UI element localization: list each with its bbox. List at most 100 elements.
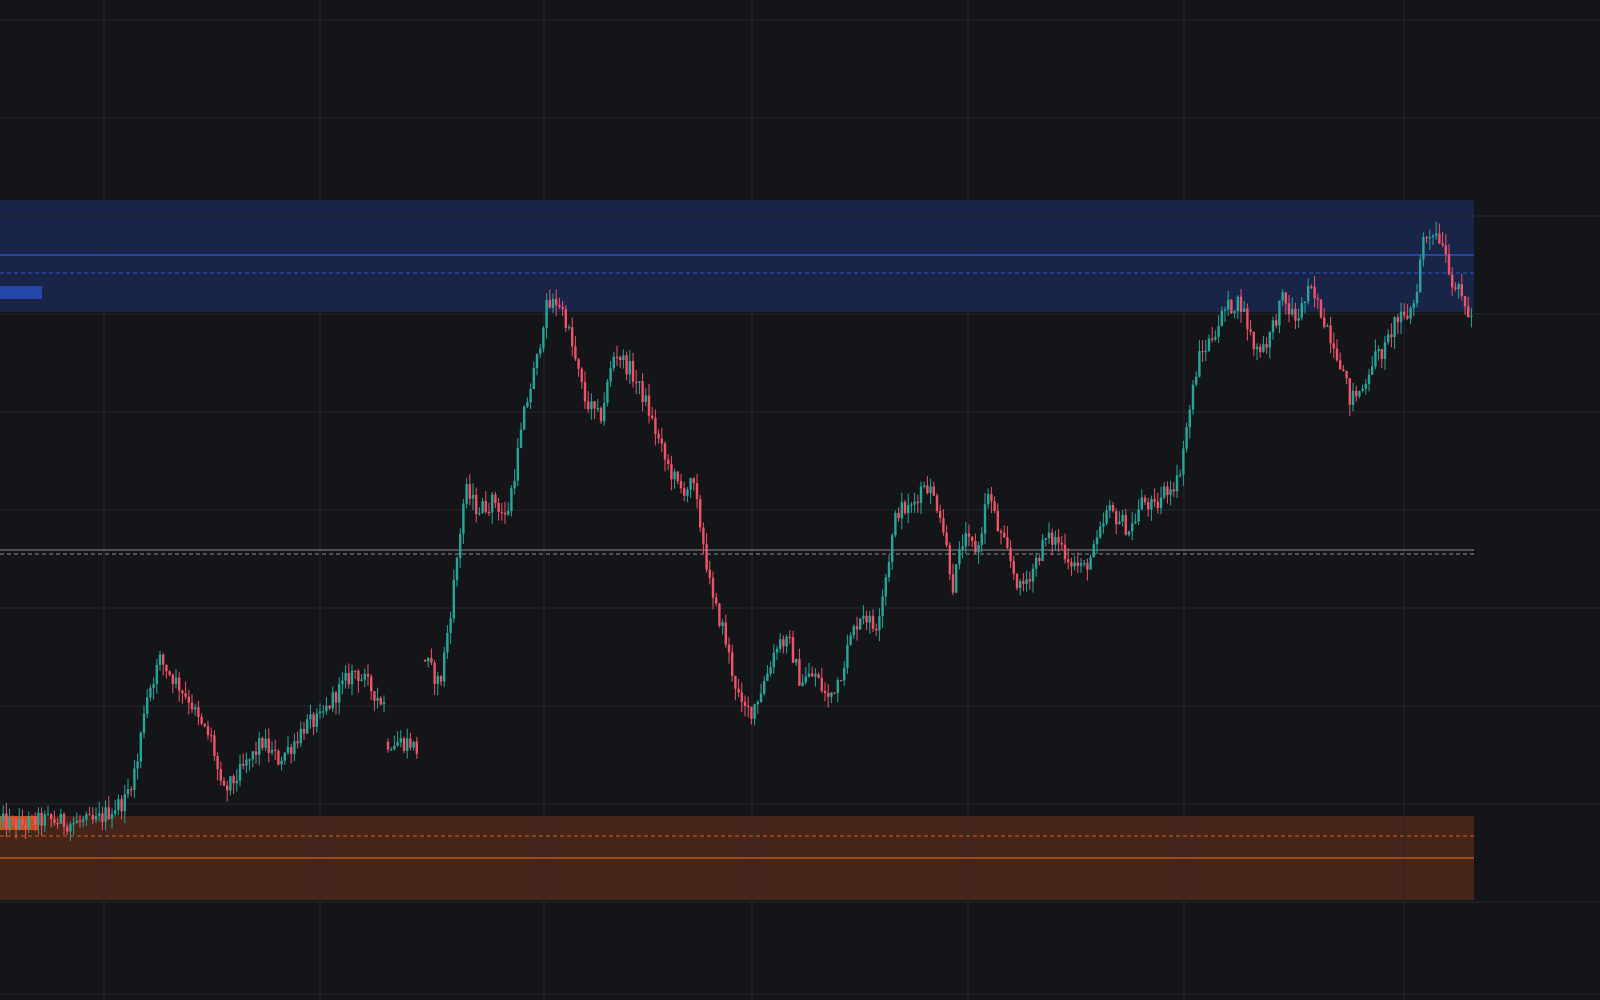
candle-body bbox=[980, 533, 983, 546]
candle-body bbox=[823, 690, 827, 694]
candle-body bbox=[737, 688, 740, 693]
candle-body bbox=[1134, 521, 1137, 524]
candle-body bbox=[360, 679, 363, 681]
candle-body bbox=[69, 824, 72, 832]
candle-body bbox=[484, 501, 487, 512]
candle-body bbox=[1143, 497, 1147, 503]
candle-body bbox=[855, 626, 859, 630]
candle-body bbox=[123, 794, 126, 812]
candle-body bbox=[849, 635, 852, 645]
candle-body bbox=[1035, 557, 1038, 569]
candle-body bbox=[1166, 486, 1169, 495]
candle-body bbox=[1406, 315, 1409, 319]
candle-body bbox=[306, 719, 309, 734]
candle-body bbox=[1316, 298, 1319, 300]
candle-body bbox=[1435, 233, 1438, 236]
candle-body bbox=[120, 799, 123, 812]
candle-body bbox=[1089, 557, 1092, 570]
candle-body bbox=[350, 670, 354, 685]
candle-body bbox=[210, 735, 213, 737]
candle-body bbox=[373, 691, 376, 701]
candle-body bbox=[101, 813, 104, 822]
candle-body bbox=[446, 633, 449, 653]
candle-body bbox=[663, 443, 667, 460]
candle-body bbox=[194, 707, 197, 710]
candle-body bbox=[676, 471, 679, 482]
candle-body bbox=[1019, 581, 1022, 589]
candle-body bbox=[1099, 526, 1102, 538]
candle-body bbox=[1223, 309, 1227, 311]
candle-body bbox=[280, 760, 283, 765]
candle-body bbox=[283, 752, 286, 761]
candle-body bbox=[715, 597, 718, 604]
candlestick-chart[interactable] bbox=[0, 0, 1600, 1000]
candle-body bbox=[1038, 557, 1041, 561]
candle-body bbox=[366, 673, 370, 677]
candle-body bbox=[999, 531, 1003, 533]
candle-body bbox=[1185, 426, 1188, 449]
candle-body bbox=[248, 759, 251, 761]
candle-body bbox=[344, 673, 347, 681]
candle-body bbox=[1300, 302, 1303, 318]
candle-body bbox=[43, 814, 46, 826]
candle-body bbox=[919, 486, 923, 504]
candle-body bbox=[393, 745, 396, 750]
candle-body bbox=[1403, 311, 1406, 316]
candle-body bbox=[1457, 284, 1460, 290]
candle-body bbox=[264, 738, 267, 748]
candle-body bbox=[290, 747, 293, 755]
candle-body bbox=[376, 698, 379, 701]
candle-body bbox=[152, 683, 155, 688]
candle-body bbox=[168, 671, 171, 675]
candle-body bbox=[644, 395, 647, 402]
candle-body bbox=[628, 360, 631, 375]
candle-body bbox=[807, 673, 811, 677]
candle-body bbox=[107, 807, 110, 819]
candle-body bbox=[1198, 351, 1201, 377]
candle-body bbox=[977, 545, 980, 553]
candle-body bbox=[1111, 505, 1115, 512]
candle-body bbox=[539, 348, 542, 354]
candle-body bbox=[692, 478, 695, 484]
candle-body bbox=[1441, 243, 1444, 246]
candle-body bbox=[817, 674, 820, 678]
candle-body bbox=[1188, 409, 1191, 427]
candle-body bbox=[245, 759, 248, 766]
candle-body bbox=[354, 670, 357, 672]
candle-body bbox=[747, 705, 750, 708]
candle-body bbox=[1028, 579, 1031, 582]
candle-body bbox=[1044, 538, 1047, 540]
candle-body bbox=[1374, 351, 1377, 367]
candle-body bbox=[647, 395, 651, 416]
candle-body bbox=[184, 693, 187, 697]
candle-body bbox=[286, 747, 290, 753]
candle-body bbox=[1438, 233, 1441, 244]
chart-area[interactable] bbox=[0, 0, 1600, 1000]
candle-body bbox=[1083, 563, 1086, 565]
candle-body bbox=[743, 701, 747, 706]
candle-body bbox=[686, 489, 689, 496]
candle-body bbox=[226, 785, 229, 791]
candle-body bbox=[1268, 332, 1271, 348]
candle-body bbox=[229, 776, 232, 791]
candle-body bbox=[133, 768, 136, 790]
candle-body bbox=[1191, 384, 1195, 410]
candle-body bbox=[1291, 308, 1294, 315]
candle-body bbox=[254, 751, 258, 755]
candle-body bbox=[772, 652, 775, 668]
candle-body bbox=[891, 535, 894, 562]
candle-body bbox=[612, 356, 615, 369]
candle-body bbox=[1255, 346, 1259, 350]
candle-body bbox=[1031, 568, 1035, 582]
candle-body bbox=[1377, 349, 1380, 352]
candle-body bbox=[852, 626, 855, 636]
candle-body bbox=[1175, 475, 1179, 492]
candle-body bbox=[708, 569, 711, 578]
candle-body bbox=[1009, 547, 1012, 562]
candle-body bbox=[1230, 299, 1233, 314]
candle-body bbox=[293, 741, 296, 755]
candle-body bbox=[945, 532, 948, 546]
candle-body bbox=[510, 488, 513, 512]
candle-body bbox=[1236, 296, 1239, 312]
candle-body bbox=[1156, 501, 1159, 509]
